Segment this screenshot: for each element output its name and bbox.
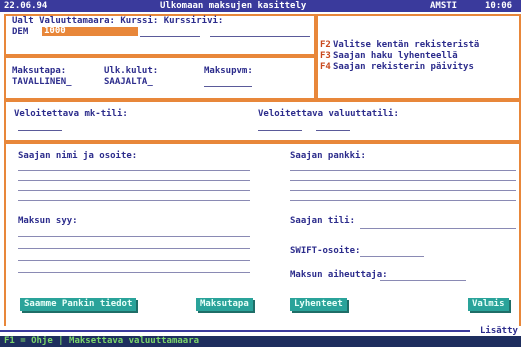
payee-bank-label: Saajan pankki:: [290, 151, 366, 161]
bottom-divider: Lisätty: [0, 326, 521, 336]
foreign-costs-value[interactable]: SAAJALTA_: [104, 77, 153, 87]
payment-reason-line-3[interactable]: [18, 260, 250, 261]
status-bar: F1 = Ohje | Maksettava valuuttamaara: [0, 336, 521, 347]
title-bar: 22.06.94 Ulkomaan maksujen kasittely AMS…: [0, 0, 521, 12]
amount-field-labels: Ualt Valuuttamaara: Kurssi: Kurssirivi:: [12, 16, 224, 26]
debit-currency-code-field[interactable]: [316, 130, 350, 131]
currency-code: DEM: [12, 27, 29, 37]
bank-info-button[interactable]: Saamme Pankin tiedot: [20, 298, 137, 311]
payee-account-label: Saajan tili:: [290, 216, 356, 226]
swift-address-field[interactable]: [360, 256, 424, 257]
swift-address-label: SWIFT-osoite:: [290, 246, 361, 256]
date-text: 22.06.94: [4, 1, 48, 11]
payment-date-field[interactable]: [204, 86, 252, 87]
payee-bank-line-1[interactable]: [290, 170, 516, 171]
account-box: [4, 100, 521, 142]
payee-bank-line-3[interactable]: [290, 190, 516, 191]
status-label-right: Lisätty: [480, 326, 518, 336]
payee-address-line-2[interactable]: [18, 180, 250, 181]
rate-row-field[interactable]: [210, 36, 310, 37]
exchange-rate-field[interactable]: [140, 36, 200, 37]
amount-input[interactable]: 1000: [42, 27, 138, 36]
done-button[interactable]: Valmis: [468, 298, 509, 311]
program-code: AMSTI: [430, 1, 458, 11]
payment-reason-line-1[interactable]: [18, 236, 250, 237]
payment-method-label: Maksutapa:: [12, 66, 67, 76]
debit-fim-account-label: Veloitettava mk-tili:: [14, 109, 128, 119]
foreign-costs-label: Ulk.kulut:: [104, 66, 159, 76]
fkey-f2-label: Valitse kentän rekisteristä: [333, 40, 480, 50]
payment-date-label: Maksupvm:: [204, 66, 253, 76]
payee-address-line-3[interactable]: [18, 190, 250, 191]
payee-address-line-4[interactable]: [18, 200, 250, 201]
payment-method-button[interactable]: Maksutapa: [196, 298, 253, 311]
debit-currency-account-label: Veloitettava valuuttatili:: [258, 109, 399, 119]
status-text: F1 = Ohje | Maksettava valuuttamaara: [4, 336, 200, 346]
fee-payer-label: Maksun aiheuttaja:: [290, 270, 388, 280]
fkey-f3: F3: [320, 51, 331, 61]
payment-reason-label: Maksun syy:: [18, 216, 78, 226]
payee-bank-line-4[interactable]: [290, 200, 516, 201]
payment-method-value[interactable]: TAVALLINEN_: [12, 77, 72, 87]
abbreviations-button[interactable]: Lyhenteet: [290, 298, 347, 311]
window-title: Ulkomaan maksujen kasittely: [160, 1, 307, 11]
fkey-f3-label: Saajan haku lyhenteellä: [333, 51, 458, 61]
fkey-f4: F4: [320, 62, 331, 72]
debit-currency-account-field[interactable]: [258, 130, 302, 131]
fkey-f4-label: Saajan rekisterin päivitys: [333, 62, 474, 72]
fee-payer-field[interactable]: [380, 280, 466, 281]
payment-reason-line-4[interactable]: [18, 272, 250, 273]
clock-text: 10:06: [485, 1, 513, 11]
divider-line: [0, 330, 470, 332]
payee-address-line-1[interactable]: [18, 170, 250, 171]
payee-account-field[interactable]: [360, 228, 516, 229]
payee-name-address-label: Saajan nimi ja osoite:: [18, 151, 138, 161]
fkey-f2: F2: [320, 40, 331, 50]
debit-fim-account-field[interactable]: [18, 130, 62, 131]
payment-reason-line-2[interactable]: [18, 248, 250, 249]
payee-bank-line-2[interactable]: [290, 180, 516, 181]
